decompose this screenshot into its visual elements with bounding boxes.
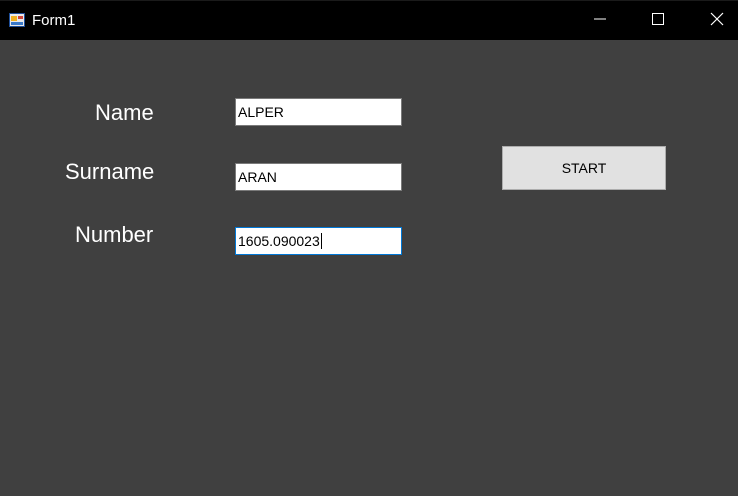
minimize-button[interactable] [577, 1, 623, 41]
number-field[interactable]: 1605.090023 [235, 227, 402, 255]
minimize-icon [594, 12, 606, 30]
close-icon [710, 12, 724, 31]
title-bar[interactable]: Form1 [0, 0, 738, 40]
window-title: Form1 [32, 12, 76, 29]
maximize-button[interactable] [635, 1, 681, 41]
name-field-value: ALPER [238, 104, 284, 120]
number-label: Number [75, 222, 154, 247]
form-app-icon[interactable] [9, 12, 25, 28]
maximize-icon [652, 12, 664, 30]
text-caret [320, 233, 322, 249]
close-button[interactable] [694, 1, 738, 41]
start-button-label: START [561, 160, 607, 176]
number-field-value: 1605.090023 [238, 233, 320, 249]
form1-window: Form1 Name Surname Number ALPER ARAN 160… [0, 0, 738, 496]
surname-field[interactable]: ARAN [235, 163, 402, 191]
name-label: Name [95, 100, 154, 125]
surname-field-value: ARAN [238, 169, 277, 185]
name-field[interactable]: ALPER [235, 98, 402, 126]
start-button[interactable]: START [502, 146, 666, 190]
surname-label: Surname [65, 159, 155, 184]
